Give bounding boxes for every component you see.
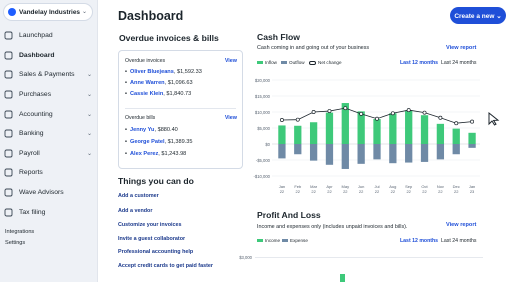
outflow-bar[interactable] <box>294 144 302 155</box>
outflow-bar[interactable] <box>278 144 286 159</box>
outflow-bar[interactable] <box>357 144 365 164</box>
outflow-bar[interactable] <box>436 144 445 160</box>
x-tick-year: 22 <box>390 189 396 194</box>
x-tick-label: Jan 22 <box>275 184 289 194</box>
outflow-bar[interactable] <box>325 144 334 165</box>
outflow-bar[interactable] <box>468 144 476 148</box>
x-tick-label: Apr 22 <box>322 184 336 194</box>
x-tick-label: Dec 22 <box>449 184 463 194</box>
x-tick-label: Oct 22 <box>418 184 432 194</box>
legend-swatch <box>257 238 263 243</box>
x-tick-year: 22 <box>453 189 459 194</box>
x-tick-label: Aug 22 <box>386 184 400 194</box>
y-tick-label: $15,000 <box>254 93 270 99</box>
inflow-bar[interactable] <box>436 123 445 144</box>
legend-income: Income <box>257 238 280 243</box>
y-tick-label: $10,000 <box>254 109 270 115</box>
pnl-period-24-months[interactable]: Last 24 months <box>441 238 476 244</box>
outflow-bar[interactable] <box>452 144 460 155</box>
net-change-point[interactable] <box>438 115 443 120</box>
outflow-bar[interactable] <box>420 144 429 162</box>
pnl-bar <box>340 274 345 282</box>
inflow-bar[interactable] <box>294 125 302 144</box>
net-change-point[interactable] <box>327 109 332 113</box>
outflow-bar[interactable] <box>373 144 381 160</box>
x-tick-year: 22 <box>295 189 300 194</box>
net-change-point[interactable] <box>406 108 411 113</box>
net-change-point[interactable] <box>422 110 427 115</box>
net-change-point[interactable] <box>390 111 395 116</box>
y-tick-label: $0 <box>265 141 270 147</box>
x-tick-year: 22 <box>374 189 380 194</box>
inflow-bar[interactable] <box>357 111 365 144</box>
pnl-gridline <box>255 257 483 258</box>
net-change-point[interactable] <box>311 110 316 114</box>
x-tick-year: 22 <box>422 189 427 194</box>
x-tick-year: 22 <box>438 189 443 194</box>
pnl-period-12-months[interactable]: Last 12 months <box>400 238 438 244</box>
x-tick-year: 23 <box>469 189 475 194</box>
inflow-bar[interactable] <box>420 115 429 144</box>
x-tick-label: Jun 22 <box>354 184 368 194</box>
x-tick-year: 22 <box>358 189 364 194</box>
pnl-subtitle: Income and expenses only (includes unpai… <box>257 224 408 230</box>
net-change-point[interactable] <box>359 111 364 116</box>
y-tick-label: $5,000 <box>257 125 270 131</box>
x-tick-label: Jan 23 <box>465 184 479 194</box>
inflow-bar[interactable] <box>278 125 286 144</box>
legend-expense: Expense <box>282 238 308 243</box>
x-tick-label: Feb 22 <box>291 184 305 194</box>
y-tick-label: -$10,000 <box>253 173 270 179</box>
y-tick-label: $20,000 <box>254 77 270 83</box>
x-tick-year: 22 <box>343 189 348 194</box>
net-change-point[interactable] <box>470 119 475 124</box>
net-change-point[interactable] <box>279 118 284 122</box>
inflow-bar[interactable] <box>389 113 397 144</box>
x-tick-year: 22 <box>311 189 316 194</box>
net-change-point[interactable] <box>454 121 459 126</box>
inflow-bar[interactable] <box>373 119 381 144</box>
x-tick-year: 22 <box>327 189 332 194</box>
x-tick-label: Jul 22 <box>370 184 384 194</box>
net-change-point[interactable] <box>295 117 300 122</box>
outflow-bar[interactable] <box>389 144 397 164</box>
x-tick-year: 22 <box>406 189 411 194</box>
x-tick-year: 22 <box>279 189 285 194</box>
x-tick-label: Nov 22 <box>433 184 447 194</box>
inflow-bar[interactable] <box>325 112 334 144</box>
net-change-point[interactable] <box>375 116 379 121</box>
mouse-cursor-icon <box>488 111 500 126</box>
legend-swatch <box>282 238 288 243</box>
net-change-point[interactable] <box>343 106 348 111</box>
inflow-bar[interactable] <box>468 132 476 144</box>
outflow-bar[interactable] <box>341 144 349 169</box>
inflow-bar[interactable] <box>452 128 460 144</box>
x-tick-label: May 22 <box>338 184 352 194</box>
x-tick-label: Sep 22 <box>402 184 416 194</box>
pnl-y-tick: $3,000 <box>239 255 252 260</box>
y-tick-label: -$5,000 <box>255 157 270 163</box>
inflow-bar[interactable] <box>309 122 318 144</box>
pnl-title: Profit And Loss <box>257 210 321 220</box>
outflow-bar[interactable] <box>309 144 318 161</box>
x-tick-label: Mar 22 <box>307 184 321 194</box>
pnl-view-report-link[interactable]: View report <box>446 222 476 228</box>
inflow-bar[interactable] <box>405 110 413 144</box>
outflow-bar[interactable] <box>405 144 413 163</box>
